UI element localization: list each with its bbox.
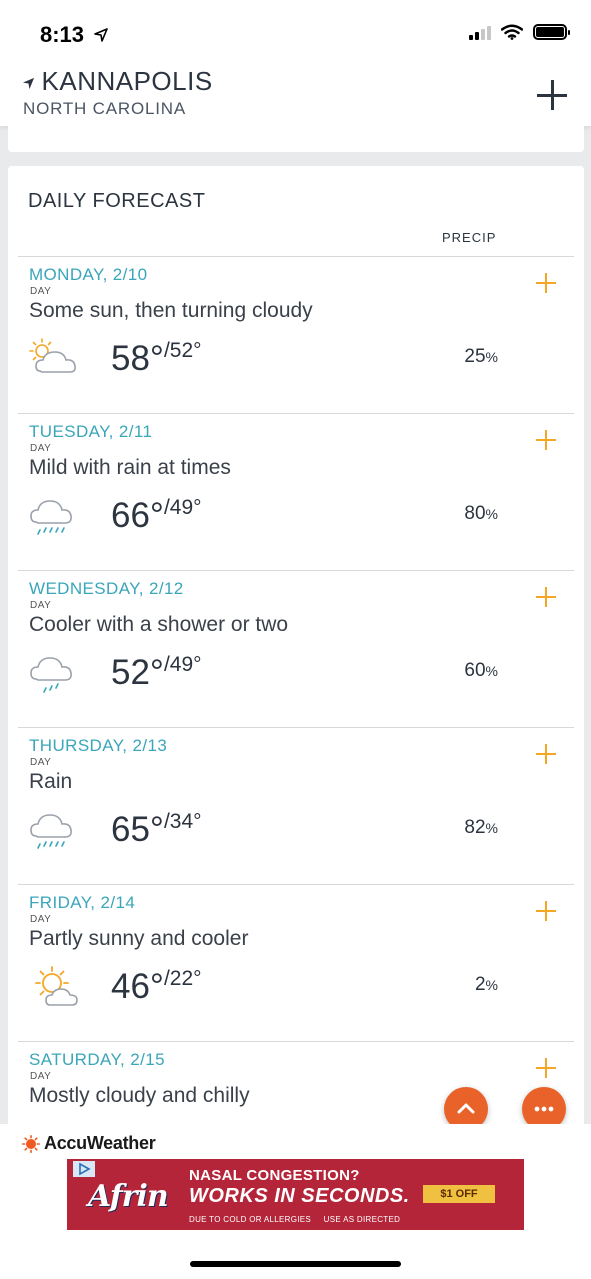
low-temp: /22° (163, 967, 202, 990)
forecast-period: DAY (30, 1071, 52, 1082)
forecast-date: WEDNESDAY, 2/12 (29, 579, 184, 598)
low-temp: /49° (163, 653, 202, 676)
low-temp: /49° (163, 496, 202, 519)
expand-plus-icon[interactable] (536, 587, 556, 607)
precip-value: 82% (464, 817, 498, 839)
rain-cloud-icon (28, 494, 80, 542)
high-temp: 66° (111, 496, 164, 535)
precip-number: 25 (464, 346, 486, 367)
high-temp: 58° (111, 339, 164, 378)
city-name[interactable]: KANNAPOLIS (22, 66, 213, 97)
forecast-row[interactable]: TUESDAY, 2/11 DAY Mild with rain at time… (18, 413, 574, 570)
status-bar: 8:13 (0, 0, 591, 62)
forecast-period: DAY (30, 286, 52, 297)
forecast-row[interactable]: FRIDAY, 2/14 DAY Partly sunny and cooler… (18, 884, 574, 1041)
forecast-row[interactable]: THURSDAY, 2/13 DAY Rain 65°/34° 82% (18, 727, 574, 884)
forecast-period: DAY (30, 914, 52, 925)
ad-offer-badge: $1 OFF (423, 1185, 495, 1203)
high-temp: 46° (111, 967, 164, 1006)
forecast-temps: 66°/49° (111, 496, 202, 536)
shower-cloud-icon (28, 651, 80, 699)
forecast-phrase: Mostly cloudy and chilly (29, 1084, 250, 1107)
add-location-button[interactable] (537, 80, 567, 110)
forecast-phrase: Cooler with a shower or two (29, 613, 289, 636)
precip-number: 2 (474, 974, 486, 995)
daily-forecast-card: DAILY FORECAST PRECIP MONDAY, 2/10 DAY S… (8, 166, 584, 1146)
precip-value: 25% (464, 346, 498, 368)
forecast-date: THURSDAY, 2/13 (29, 736, 168, 755)
ad-choices-icon[interactable] (73, 1161, 95, 1177)
partly-sunny-cloud-icon (28, 337, 80, 385)
forecast-date: MONDAY, 2/10 (29, 265, 148, 284)
forecast-period: DAY (30, 443, 52, 454)
forecast-row[interactable]: MONDAY, 2/10 DAY Some sun, then turning … (18, 256, 574, 413)
precip-number: 82 (464, 817, 486, 838)
ad-tagline: WORKS IN SECONDS. (189, 1185, 410, 1207)
forecast-phrase: Rain (29, 770, 73, 793)
clock: 8:13 (40, 22, 85, 47)
location-arrow-icon (22, 74, 41, 94)
location-header: KANNAPOLIS NORTH CAROLINA (0, 62, 591, 126)
expand-plus-icon[interactable] (536, 430, 556, 450)
home-indicator[interactable] (190, 1261, 401, 1267)
percent-symbol: % (485, 820, 498, 836)
forecast-period: DAY (30, 757, 52, 768)
accuweather-wordmark: AccuWeather (44, 1133, 156, 1153)
accuweather-logo[interactable]: AccuWeather (22, 1133, 156, 1154)
percent-symbol: % (485, 977, 498, 993)
forecast-period: DAY (30, 600, 52, 611)
forecast-phrase: Partly sunny and cooler (29, 927, 249, 950)
accuweather-sun-icon (22, 1134, 41, 1153)
ad-fine-print: DUE TO COLD OR ALLERGIES USE AS DIRECTED (189, 1215, 401, 1224)
precip-value: 60% (464, 660, 498, 682)
rain-cloud-icon (28, 808, 80, 856)
expand-plus-icon[interactable] (536, 901, 556, 921)
percent-symbol: % (485, 663, 498, 679)
high-temp: 52° (111, 653, 164, 692)
city-label: KANNAPOLIS (41, 66, 213, 96)
precip-column-header: PRECIP (442, 230, 497, 245)
ad-headline: NASAL CONGESTION? (189, 1167, 360, 1184)
low-temp: /34° (163, 810, 202, 833)
expand-plus-icon[interactable] (536, 744, 556, 764)
status-time: 8:13 (40, 22, 108, 48)
precip-value: 2% (475, 974, 498, 996)
precip-number: 80 (464, 503, 486, 524)
low-temp: /52° (163, 339, 202, 362)
status-icons (469, 24, 570, 40)
state-name: NORTH CAROLINA (23, 99, 186, 118)
forecast-temps: 65°/34° (111, 810, 202, 850)
forecast-row[interactable]: WEDNESDAY, 2/12 DAY Cooler with a shower… (18, 570, 574, 727)
forecast-temps: 52°/49° (111, 653, 202, 693)
forecast-date: TUESDAY, 2/11 (29, 422, 153, 441)
cellular-signal-icon (469, 24, 491, 40)
forecast-phrase: Some sun, then turning cloudy (29, 299, 313, 322)
percent-symbol: % (485, 506, 498, 522)
wifi-icon (501, 24, 523, 40)
forecast-date: FRIDAY, 2/14 (29, 893, 136, 912)
ad-brand-logo: Afrin (88, 1179, 169, 1214)
battery-icon (533, 24, 570, 40)
daily-forecast-title: DAILY FORECAST (28, 190, 206, 212)
forecast-temps: 58°/52° (111, 339, 202, 379)
high-temp: 65° (111, 810, 164, 849)
forecast-phrase: Mild with rain at times (29, 456, 231, 479)
percent-symbol: % (485, 349, 498, 365)
precip-value: 80% (464, 503, 498, 525)
location-arrow-icon (94, 28, 108, 47)
footer-ad-area: AccuWeather Afrin NASAL CONGESTION? WORK… (0, 1124, 591, 1279)
expand-plus-icon[interactable] (536, 273, 556, 293)
expand-plus-icon[interactable] (536, 1058, 556, 1078)
precip-number: 60 (464, 660, 486, 681)
forecast-temps: 46°/22° (111, 967, 202, 1007)
ad-banner[interactable]: Afrin NASAL CONGESTION? WORKS IN SECONDS… (67, 1159, 524, 1230)
sun-behind-cloud-icon (28, 965, 80, 1013)
forecast-date: SATURDAY, 2/15 (29, 1050, 165, 1069)
previous-card (8, 126, 584, 152)
